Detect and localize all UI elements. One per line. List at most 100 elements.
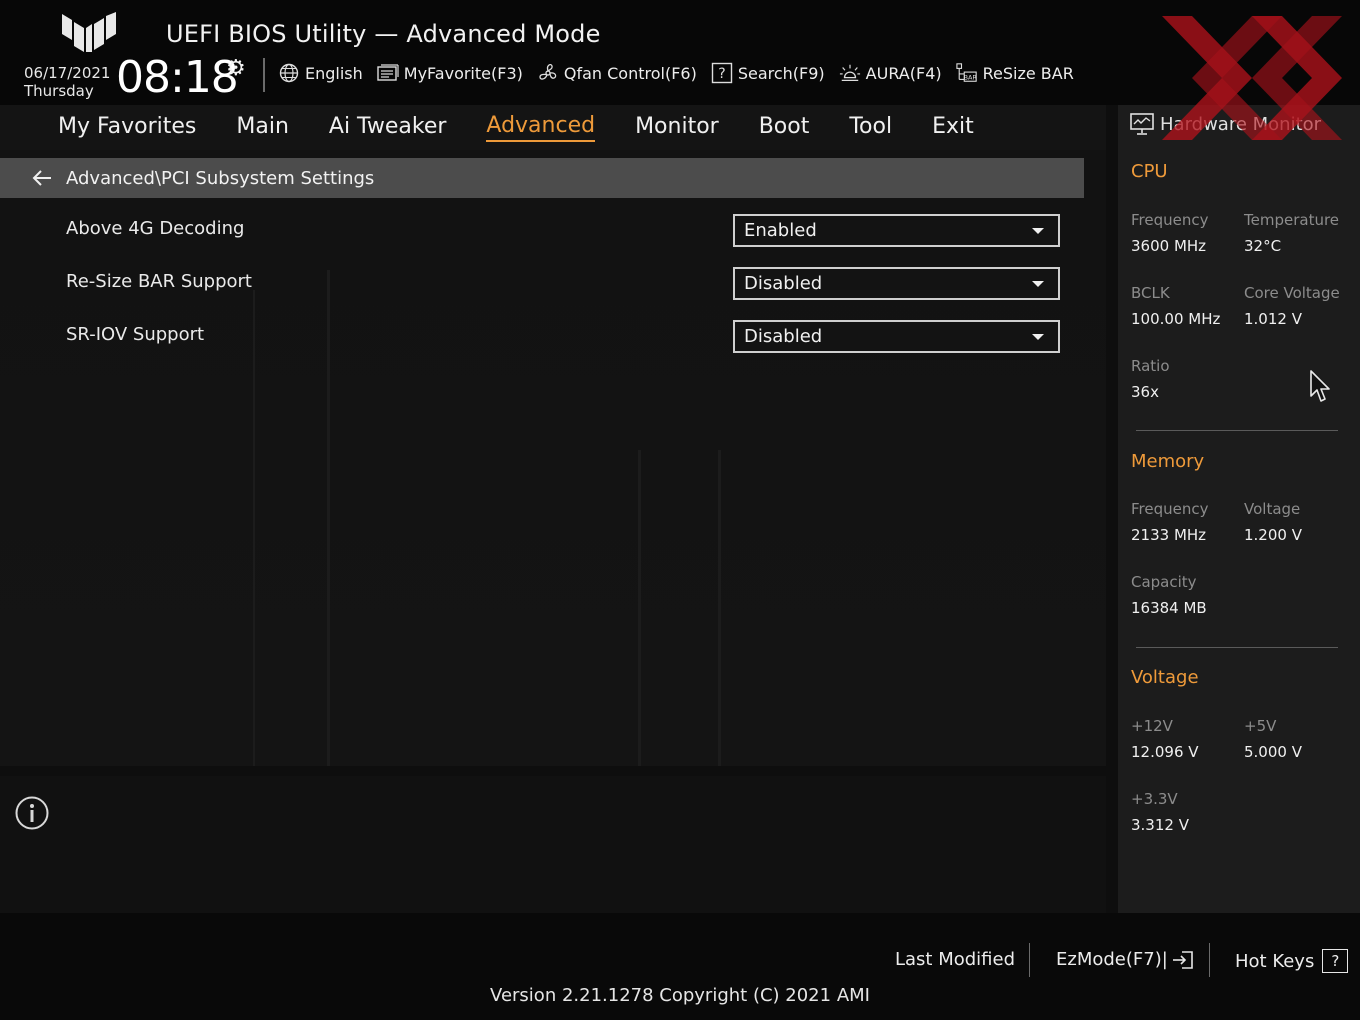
main-tab-bar: My Favorites Main Ai Tweaker Advanced Mo… — [0, 105, 1106, 150]
field-label: Ratio — [1131, 357, 1170, 375]
field-label: +12V — [1131, 717, 1173, 735]
clock: 08:18 — [116, 52, 239, 103]
monitor-icon — [1130, 113, 1154, 135]
tab-monitor[interactable]: Monitor — [635, 114, 719, 141]
field-value: 36x — [1131, 383, 1159, 401]
day-text: Thursday — [24, 82, 94, 100]
tab-advanced[interactable]: Advanced — [486, 113, 596, 142]
resize-bar-button[interactable]: BAR ReSize BAR — [955, 62, 1074, 84]
search-button[interactable]: ? Search(F9) — [711, 62, 825, 84]
search-label: Search(F9) — [737, 63, 825, 83]
info-icon — [15, 796, 49, 830]
last-modified-button[interactable]: Last Modified — [895, 949, 1015, 970]
memory-voltage: Voltage 1.200 V — [1244, 500, 1354, 544]
above-4g-decoding-select[interactable]: Enabled — [733, 214, 1060, 247]
tab-main[interactable]: Main — [236, 114, 289, 141]
memory-section-title: Memory — [1131, 451, 1205, 472]
memory-frequency: Frequency 2133 MHz — [1131, 500, 1241, 544]
cpu-core-voltage: Core Voltage 1.012 V — [1244, 284, 1354, 328]
search-help-icon: ? — [711, 62, 733, 84]
tab-my-favorites[interactable]: My Favorites — [58, 114, 196, 141]
aura-button[interactable]: AURA(F4) — [839, 62, 942, 84]
voltage-section-title: Voltage — [1131, 667, 1199, 688]
settings-panel: Advanced\PCI Subsystem Settings Above 4G… — [0, 150, 1106, 766]
setting-row-above-4g-decoding: Above 4G Decoding Enabled — [66, 214, 1060, 248]
back-arrow-icon[interactable] — [32, 167, 54, 189]
field-value: 5.000 V — [1244, 743, 1302, 761]
header-toolbar: English MyFavorite(F3) Qfan Control(F6) … — [278, 62, 1074, 84]
hot-keys-button[interactable]: Hot Keys ? — [1235, 949, 1349, 973]
exit-to-ezmode-icon — [1172, 950, 1193, 969]
aura-light-icon — [839, 62, 861, 84]
setting-value: Enabled — [744, 220, 817, 241]
header-divider — [263, 58, 265, 92]
qfan-control-label: Qfan Control(F6) — [563, 63, 697, 83]
cpu-bclk: BCLK 100.00 MHz — [1131, 284, 1241, 328]
hardware-monitor-title: Hardware Monitor — [1160, 113, 1322, 135]
tab-exit[interactable]: Exit — [932, 114, 974, 141]
field-label: Core Voltage — [1244, 284, 1340, 302]
tab-tool[interactable]: Tool — [849, 114, 892, 141]
aura-label: AURA(F4) — [865, 63, 942, 83]
tab-boot[interactable]: Boot — [759, 114, 810, 141]
field-label: Voltage — [1244, 500, 1301, 518]
breadcrumb: Advanced\PCI Subsystem Settings — [0, 158, 1084, 198]
field-value: 3600 MHz — [1131, 237, 1207, 255]
field-label: Temperature — [1244, 211, 1340, 229]
field-value: 12.096 V — [1131, 743, 1199, 761]
field-value: 32°C — [1244, 237, 1282, 255]
myfavorite-label: MyFavorite(F3) — [403, 63, 523, 83]
svg-text:?: ? — [718, 66, 725, 82]
help-icon: ? — [1322, 949, 1349, 973]
svg-text:BAR: BAR — [963, 73, 977, 81]
sr-iov-support-select[interactable]: Disabled — [733, 320, 1060, 353]
myfavorite-button[interactable]: MyFavorite(F3) — [377, 62, 523, 84]
field-label: +3.3V — [1131, 790, 1178, 808]
gear-icon[interactable]: ⚙ — [226, 56, 246, 81]
voltage-12v: +12V 12.096 V — [1131, 717, 1241, 761]
mouse-pointer-icon — [1310, 370, 1330, 402]
cpu-ratio: Ratio 36x — [1131, 357, 1241, 401]
resize-bar-support-select[interactable]: Disabled — [733, 267, 1060, 300]
ezmode-button[interactable]: EzMode(F7)| — [1056, 949, 1194, 970]
dropdown-caret-icon — [1032, 334, 1044, 340]
cpu-section-title: CPU — [1131, 161, 1168, 182]
dropdown-caret-icon — [1032, 281, 1044, 287]
section-divider — [1136, 647, 1338, 648]
field-value: 16384 MB — [1131, 599, 1207, 617]
field-label: Frequency — [1131, 500, 1209, 518]
field-value: 3.312 V — [1131, 816, 1189, 834]
cpu-frequency: Frequency 3600 MHz — [1131, 211, 1241, 255]
memory-capacity: Capacity 16384 MB — [1131, 573, 1241, 617]
bios-screen: UEFI BIOS Utility — Advanced Mode 06/17/… — [0, 0, 1360, 1020]
date-text: 06/17/2021 — [24, 64, 111, 82]
voltage-3v3: +3.3V 3.312 V — [1131, 790, 1241, 834]
language-label: English — [305, 63, 363, 83]
setting-row-resize-bar-support: Re-Size BAR Support Disabled — [66, 267, 1060, 301]
section-divider — [1136, 430, 1338, 431]
tab-ai-tweaker[interactable]: Ai Tweaker — [329, 114, 447, 141]
footer-bar: Last Modified EzMode(F7)| Hot Keys ? Ver… — [0, 913, 1360, 1020]
resize-bar-icon: BAR — [955, 62, 978, 84]
field-value: 2133 MHz — [1131, 526, 1207, 544]
background-divider — [718, 450, 721, 766]
setting-label: Re-Size BAR Support — [66, 271, 252, 292]
favorite-list-icon — [377, 62, 399, 84]
field-label: Frequency — [1131, 211, 1209, 229]
language-button[interactable]: English — [278, 62, 363, 84]
footer-divider — [1029, 943, 1030, 977]
field-value: 1.200 V — [1244, 526, 1302, 544]
resize-bar-label: ReSize BAR — [982, 63, 1074, 83]
help-info-panel — [0, 776, 1106, 913]
tuf-logo — [62, 12, 116, 52]
setting-value: Disabled — [744, 326, 823, 347]
qfan-control-button[interactable]: Qfan Control(F6) — [537, 62, 697, 84]
field-label: BCLK — [1131, 284, 1170, 302]
hardware-monitor-header: Hardware Monitor — [1130, 113, 1321, 135]
version-text: Version 2.21.1278 Copyright (C) 2021 AMI — [490, 985, 870, 1006]
dropdown-caret-icon — [1032, 228, 1044, 234]
field-label: Capacity — [1131, 573, 1197, 591]
field-value: 100.00 MHz — [1131, 310, 1221, 328]
hardware-monitor-panel: Hardware Monitor CPU Frequency 3600 MHz … — [1118, 105, 1360, 913]
setting-row-sr-iov-support: SR-IOV Support Disabled — [66, 320, 1060, 354]
